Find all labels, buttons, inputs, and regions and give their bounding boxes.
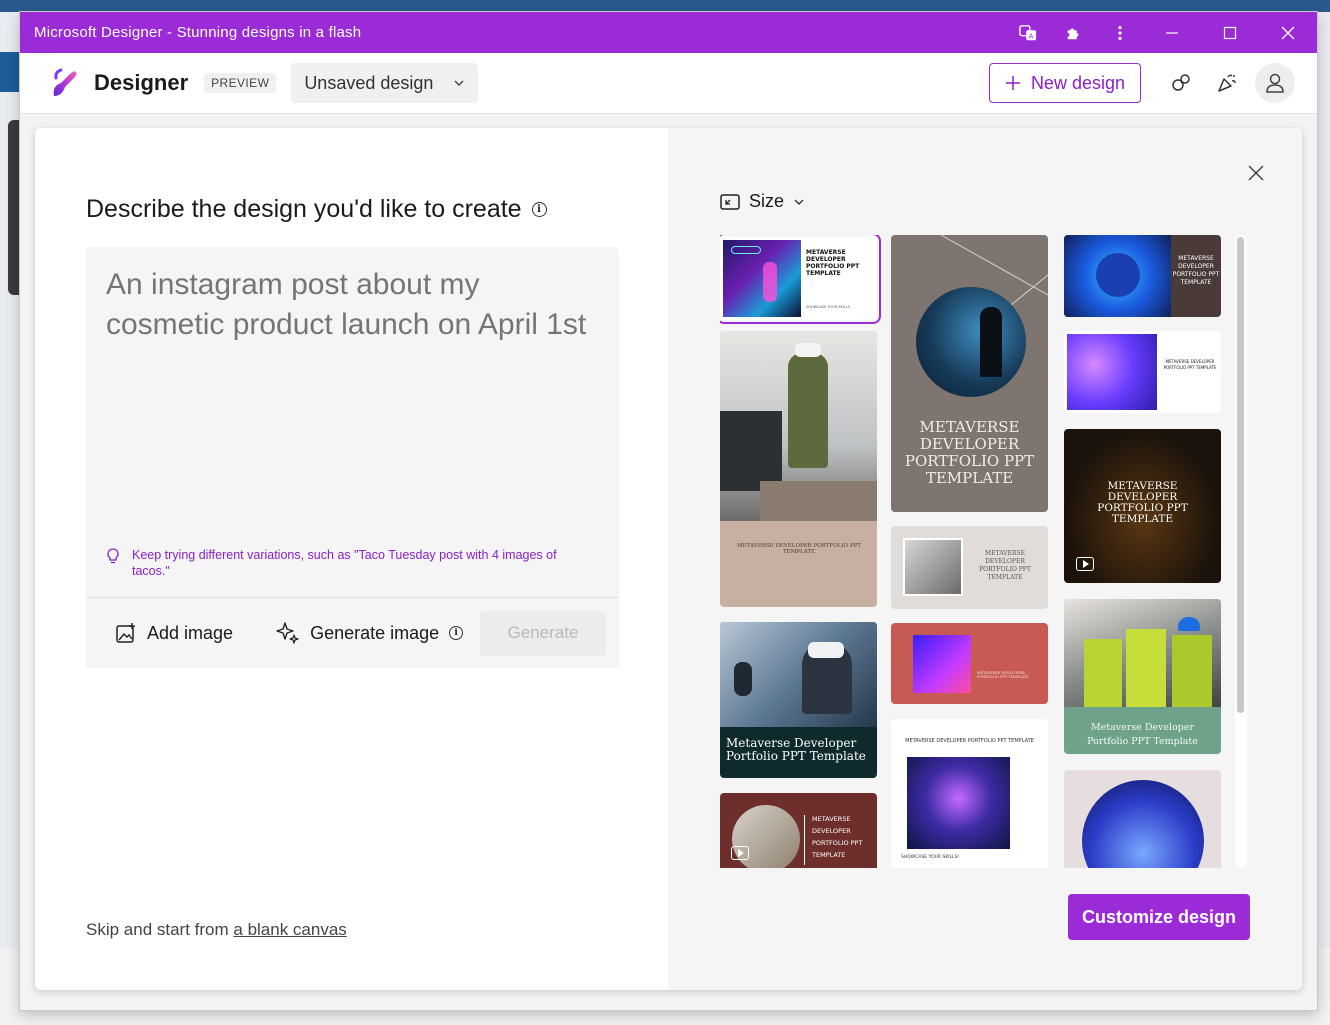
template-card[interactable]: METAVERSE DEVELOPER PORTFOLIO PPT TEMPLA… (891, 526, 1048, 609)
close-icon[interactable] (1246, 163, 1266, 183)
background-window-edge (0, 52, 22, 92)
prompt-pane: Describe the design you'd like to create… (35, 128, 668, 990)
template-subtitle: SHOWCASE YOUR SKILLS (806, 305, 850, 309)
dialog-heading: Describe the design you'd like to create… (86, 195, 547, 224)
chevron-down-icon (794, 199, 804, 205)
maximize-icon[interactable] (1201, 12, 1259, 53)
generate-button[interactable]: Generate (480, 610, 606, 656)
plus-icon (1005, 76, 1020, 90)
prompt-input[interactable] (106, 265, 606, 525)
skip-text: Skip and start from a blank canvas (86, 920, 347, 940)
template-card[interactable]: METAVERSE DEVELOPER PORTFOLIO PPT TEMPLA… (720, 793, 877, 868)
template-title: METAVERSE DEVELOPER PORTFOLIO PPT TEMPLA… (904, 418, 1035, 487)
template-pane: Size METAVERSE DEVELOPER PORTFOLIO PPT T… (668, 128, 1302, 990)
template-image (1082, 780, 1204, 868)
template-title: Metaverse Developer Portfolio PPT Templa… (726, 736, 866, 763)
preview-badge: PREVIEW (204, 73, 277, 93)
template-card[interactable]: METAVERSE DEVELOPER PORTFOLIO PPT TEMPLA… (1064, 429, 1221, 583)
template-gallery: METAVERSE DEVELOPER PORTFOLIO PPT TEMPLA… (720, 235, 1240, 868)
template-card[interactable]: METAVERSE DEVELOPER PORTFOLIO PPT TEMPLA… (891, 719, 1048, 868)
template-image (916, 287, 1026, 397)
blank-canvas-link[interactable]: a blank canvas (233, 920, 346, 939)
generate-image-button[interactable]: Generate image i (276, 621, 464, 645)
tip-message: Keep trying different variations, such a… (106, 547, 596, 579)
template-image (913, 635, 971, 693)
template-card[interactable]: Metaverse Developer Portfolio PPT Templa… (720, 622, 877, 778)
add-image-icon (116, 623, 135, 643)
template-card[interactable]: Metaverse Developer Portfolio PPT Templa… (1064, 599, 1221, 754)
size-label: Size (749, 191, 785, 211)
brand-name: Designer (94, 70, 189, 95)
template-title: METAVERSE DEVELOPER PORTFOLIO PPT TEMPLA… (1172, 255, 1220, 286)
window-titlebar: Microsoft Designer - Stunning designs in… (20, 12, 1317, 53)
window-title: Microsoft Designer - Stunning designs in… (34, 24, 362, 41)
template-title: METAVERSE DEVELOPER PORTFOLIO PPT TEMPLA… (806, 249, 860, 277)
add-image-label: Add image (147, 622, 234, 643)
heading-text: Describe the design you'd like to create (86, 195, 522, 223)
template-subtitle: SHOWCASE YOUR SKILLS! (901, 855, 960, 860)
extensions-icon[interactable] (1051, 12, 1097, 53)
desktop-background (0, 0, 1330, 12)
app-header: Designer PREVIEW Unsaved design New desi… (20, 53, 1317, 114)
info-icon[interactable]: i (531, 202, 547, 217)
template-card[interactable]: METAVERSE DEVELOPER PORTFOLIO PPT TEMPLA… (720, 331, 877, 607)
skip-prefix: Skip and start from (86, 920, 234, 939)
scrollbar-thumb[interactable] (1237, 237, 1244, 713)
tip-text: Keep trying different variations, such a… (132, 548, 557, 578)
template-image (1064, 599, 1221, 707)
customize-design-button[interactable]: Customize design (1068, 894, 1250, 940)
template-image (1064, 235, 1171, 317)
template-card[interactable]: METAVERSE DEVELOPER PORTFOLIO PPT TEMPLA… (1064, 331, 1221, 413)
minimize-icon[interactable] (1143, 12, 1201, 53)
add-image-button[interactable]: Add image (115, 622, 233, 644)
new-design-button[interactable]: New design (988, 63, 1141, 103)
template-card-selected[interactable]: METAVERSE DEVELOPER PORTFOLIO PPT TEMPLA… (720, 235, 881, 324)
template-image (1067, 334, 1157, 410)
resize-icon (720, 193, 740, 210)
lightbulb-icon (107, 548, 119, 564)
chevron-down-icon (454, 80, 464, 86)
template-image (903, 538, 963, 596)
sparkle-icon (276, 622, 299, 644)
size-dropdown[interactable]: Size (720, 191, 805, 212)
designer-logo[interactable] (48, 66, 82, 100)
generate-image-label: Generate image (310, 622, 440, 643)
template-title: METAVERSE DEVELOPER PORTFOLIO PPT TEMPLA… (737, 543, 861, 555)
template-title: METAVERSE DEVELOPER PORTFOLIO PPT TEMPLA… (812, 815, 863, 859)
share-icon[interactable] (1159, 61, 1203, 105)
design-name-dropdown[interactable]: Unsaved design (291, 63, 479, 103)
template-title: METAVERSE DEVELOPER PORTFOLIO PPT TEMPLA… (979, 550, 1031, 581)
celebrate-icon[interactable] (1205, 61, 1249, 105)
template-title: METAVERSE DEVELOPER PORTFOLIO PPT TEMPLA… (1097, 480, 1188, 525)
close-icon[interactable] (1259, 12, 1317, 53)
create-design-dialog: Describe the design you'd like to create… (35, 128, 1302, 990)
template-card[interactable]: METAVERSE DEVELOPER PORTFOLIO PPT TEMPLA… (891, 623, 1048, 704)
template-title: METAVERSE DEVELOPER PORTFOLIO PPT TEMPLA… (977, 671, 1029, 679)
avatar-icon[interactable] (1255, 63, 1295, 103)
svg-text:A: A (1028, 31, 1033, 40)
translate-icon[interactable]: A (1005, 12, 1051, 53)
template-title: METAVERSE DEVELOPER PORTFOLIO PPT TEMPLA… (1163, 359, 1217, 370)
new-design-label: New design (1030, 72, 1125, 93)
play-icon (731, 846, 749, 860)
gallery-scrollbar[interactable] (1235, 235, 1247, 868)
template-title: METAVERSE DEVELOPER PORTFOLIO PPT TEMPLA… (905, 738, 1034, 744)
template-image (907, 757, 1010, 849)
template-image (723, 240, 801, 317)
more-icon[interactable] (1097, 12, 1143, 53)
app-window: Microsoft Designer - Stunning designs in… (20, 12, 1317, 1010)
template-card[interactable] (1064, 770, 1221, 868)
template-card[interactable]: METAVERSE DEVELOPER PORTFOLIO PPT TEMPLA… (891, 235, 1048, 512)
template-image (720, 331, 877, 521)
design-name: Unsaved design (304, 72, 434, 93)
template-card[interactable]: METAVERSE DEVELOPER PORTFOLIO PPT TEMPLA… (1064, 235, 1221, 317)
prompt-actions: Add image Generate image i Generate (86, 597, 619, 668)
template-image (720, 622, 877, 727)
info-icon[interactable]: i (449, 626, 464, 640)
template-title: Metaverse Developer Portfolio PPT Templa… (1087, 722, 1198, 747)
play-icon (1076, 557, 1094, 571)
